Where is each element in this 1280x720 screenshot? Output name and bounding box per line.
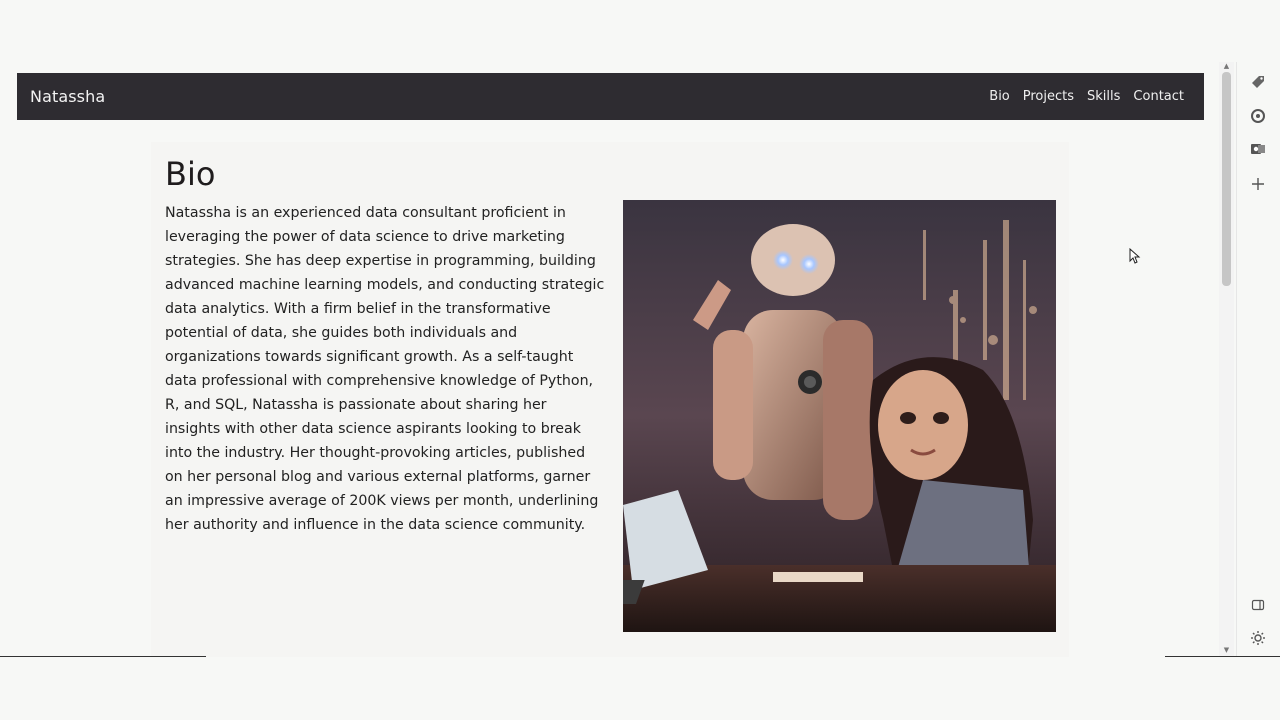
panel-icon[interactable] xyxy=(1250,597,1266,613)
scroll-down-icon[interactable]: ▼ xyxy=(1222,646,1231,654)
scrollbar-thumb[interactable] xyxy=(1222,72,1231,286)
bio-section: Bio Natassha is an experienced data cons… xyxy=(151,142,1069,657)
brand-link[interactable]: Natassha xyxy=(30,87,105,106)
browser-sidebar xyxy=(1236,62,1280,656)
nav-link-contact[interactable]: Contact xyxy=(1133,89,1184,104)
bio-title: Bio xyxy=(165,155,216,193)
settings-icon[interactable] xyxy=(1250,630,1266,646)
bottom-divider-left xyxy=(0,656,206,657)
plus-icon[interactable] xyxy=(1250,176,1266,192)
robot-and-woman-illustration xyxy=(623,200,1056,632)
nav-links: Bio Projects Skills Contact xyxy=(989,89,1184,104)
scroll-up-icon[interactable]: ▲ xyxy=(1222,62,1231,70)
page-scrollbar[interactable]: ▲ ▼ xyxy=(1219,62,1234,656)
bio-text: Natassha is an experienced data consulta… xyxy=(165,205,605,533)
nav-link-bio[interactable]: Bio xyxy=(989,89,1009,104)
top-navbar: Natassha Bio Projects Skills Contact xyxy=(17,73,1204,120)
copilot-icon[interactable] xyxy=(1250,108,1266,124)
bio-image xyxy=(623,200,1056,632)
browser-viewport: Natassha Bio Projects Skills Contact Bio… xyxy=(0,0,1280,720)
nav-link-projects[interactable]: Projects xyxy=(1023,89,1074,104)
bottom-divider-right xyxy=(1165,656,1280,657)
nav-link-skills[interactable]: Skills xyxy=(1087,89,1120,104)
mouse-cursor-icon xyxy=(1129,247,1141,268)
outlook-icon[interactable] xyxy=(1250,141,1266,157)
tag-icon[interactable] xyxy=(1250,74,1266,90)
